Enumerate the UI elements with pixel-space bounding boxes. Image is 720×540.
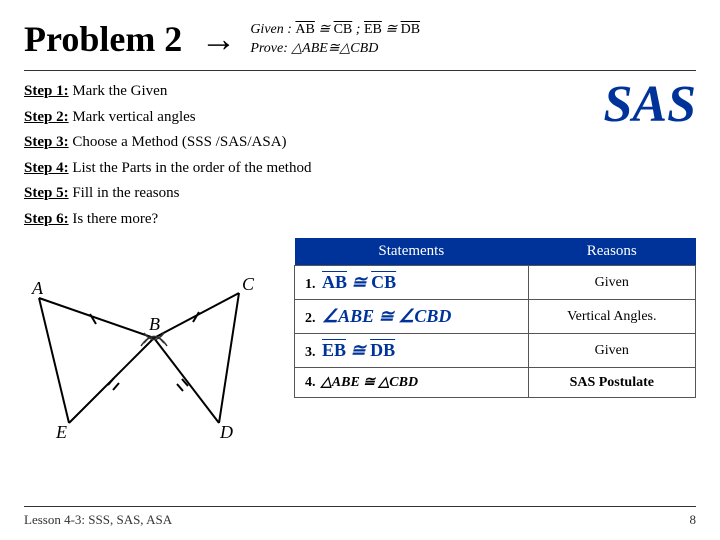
table-row: 1. AB ≅ CB Given [295,266,696,300]
divider-line [24,70,696,71]
col-statements-header: Statements [295,238,529,266]
reason-3: Given [528,334,695,368]
main-content: A C B E D Statements Reasons [24,238,696,500]
prove-label: Prove: [250,41,291,56]
label-e: E [55,422,67,442]
prove-line: Prove: △ABE≅△CBD [250,40,420,57]
reason-2: Vertical Angles. [528,300,695,334]
geometry-diagram: A C B E D [24,238,274,448]
step-2: Step 2: Mark vertical angles [24,105,583,131]
step-6: Step 6: Is there more? [24,207,583,233]
sas-label: SAS [603,75,696,134]
footer-bar: Lesson 4-3: SSS, SAS, ASA 8 [24,506,696,528]
page-container: Problem 2 → Given : AB ≅ CB ; EB ≅ DB Pr… [0,0,720,540]
step-3: Step 3: Choose a Method (SSS /SAS/ASA) [24,130,583,156]
table-header-row: Statements Reasons [295,238,696,266]
given-label: Given : [250,22,295,37]
table-row: 4. △ABE ≅ △CBD SAS Postulate [295,368,696,398]
statement-3: 3. EB ≅ DB [295,334,529,368]
label-d: D [219,422,233,442]
statement-2: 2. ∠ABE ≅ ∠CBD [295,300,529,334]
arrow-symbol: → [200,18,236,60]
problem-title: Problem 2 [24,18,182,60]
statement-4: 4. △ABE ≅ △CBD [295,368,529,398]
given-line: Given : AB ≅ CB ; EB ≅ DB [250,21,420,38]
given-ab: AB ≅ CB ; EB ≅ DB [295,22,420,37]
reason-1: Given [528,266,695,300]
prove-statement: △ABE≅△CBD [291,41,378,56]
reason-4: SAS Postulate [528,368,695,398]
diagram-area: A C B E D [24,238,284,500]
given-prove-block: Given : AB ≅ CB ; EB ≅ DB Prove: △ABE≅△C… [250,21,420,57]
footer-lesson: Lesson 4-3: SSS, SAS, ASA [24,512,172,528]
step-1: Step 1: Mark the Given [24,79,583,105]
statement-1: 1. AB ≅ CB [295,266,529,300]
col-reasons-header: Reasons [528,238,695,266]
table-row: 3. EB ≅ DB Given [295,334,696,368]
table-area: Statements Reasons 1. AB ≅ CB Given [294,238,696,500]
steps-list: Step 1: Mark the Given Step 2: Mark vert… [24,79,583,232]
steps-and-sas: Step 1: Mark the Given Step 2: Mark vert… [24,79,696,232]
label-c: C [242,274,255,294]
label-b: B [149,314,160,334]
footer-page: 8 [690,512,697,528]
step-4: Step 4: List the Parts in the order of t… [24,156,583,182]
step-5: Step 5: Fill in the reasons [24,181,583,207]
proof-table: Statements Reasons 1. AB ≅ CB Given [294,238,696,398]
header-area: Problem 2 → Given : AB ≅ CB ; EB ≅ DB Pr… [24,18,696,60]
table-row: 2. ∠ABE ≅ ∠CBD Vertical Angles. [295,300,696,334]
label-a: A [31,278,44,298]
